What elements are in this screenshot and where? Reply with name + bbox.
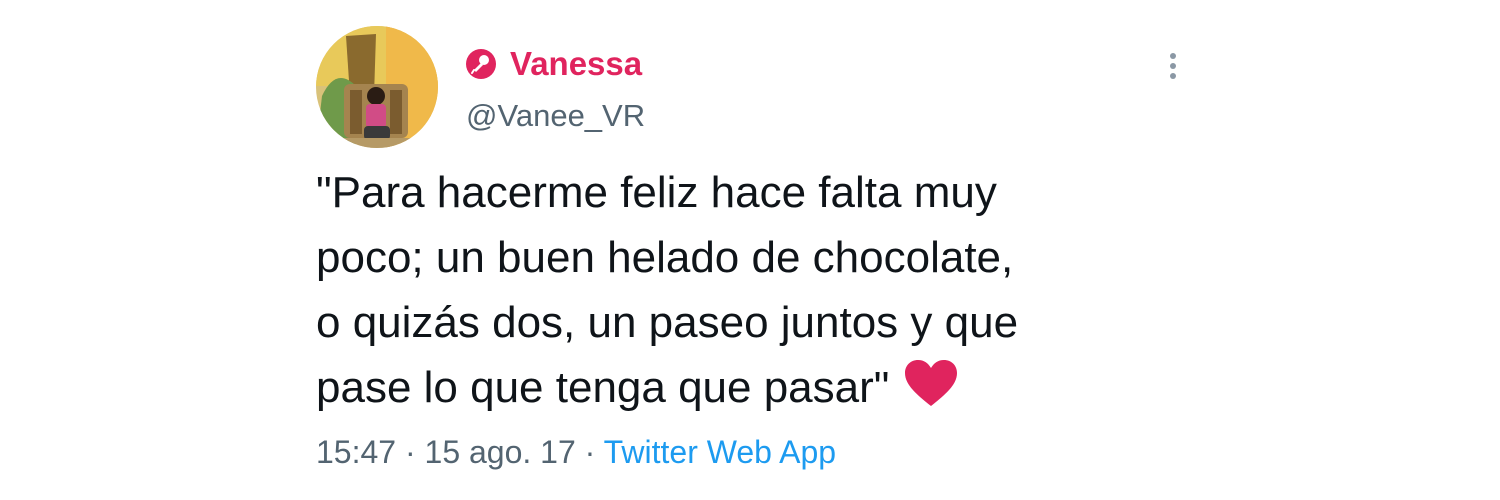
tweet-text-line: "Para hacerme feliz hace falta muy xyxy=(316,168,997,217)
display-name[interactable]: Vanessa xyxy=(510,44,642,84)
avatar-image xyxy=(316,26,438,148)
meta-separator: · xyxy=(584,434,596,470)
tweet-text-line: poco; un buen helado de chocolate, xyxy=(316,233,1014,282)
user-handle[interactable]: @Vanee_VR xyxy=(466,96,645,136)
more-options-button[interactable] xyxy=(1156,46,1190,86)
tweet-time[interactable]: 15:47 xyxy=(316,434,396,470)
avatar[interactable] xyxy=(316,26,438,148)
tweet-text-line-last: pase lo que tenga que pasar" xyxy=(316,355,1196,420)
red-heart-icon xyxy=(905,360,958,406)
tweet-text: "Para hacerme feliz hace falta muy poco;… xyxy=(316,160,1196,420)
tweet-card: Vanessa @Vanee_VR "Para hacerme feliz ha… xyxy=(316,26,1196,486)
microphone-icon xyxy=(466,49,496,79)
name-row: Vanessa xyxy=(466,44,642,84)
meta-separator: · xyxy=(404,434,416,470)
tweet-text-line: o quizás dos, un paseo juntos y que xyxy=(316,298,1019,347)
more-vertical-icon xyxy=(1170,53,1176,79)
tweet-text-line: pase lo que tenga que pasar" xyxy=(316,363,890,412)
tweet-source-link[interactable]: Twitter Web App xyxy=(604,434,836,470)
tweet-date[interactable]: 15 ago. 17 xyxy=(425,434,576,470)
tweet-meta: 15:47 · 15 ago. 17 · Twitter Web App xyxy=(316,430,836,474)
